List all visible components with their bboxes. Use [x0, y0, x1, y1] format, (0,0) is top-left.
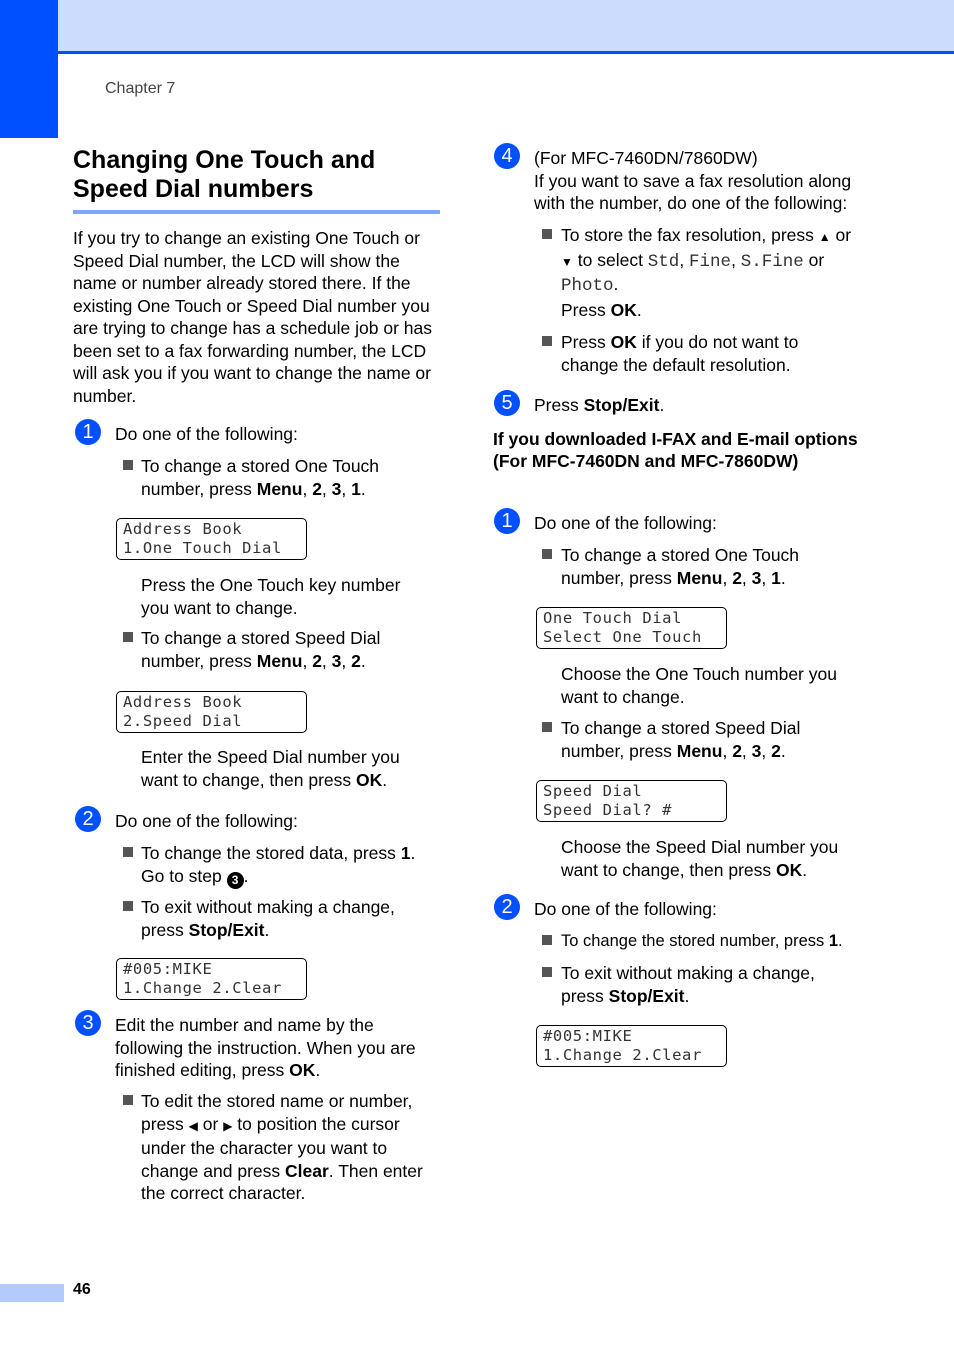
step1-after1: Press the One Touch key number you want …	[141, 575, 401, 618]
bullet-icon	[542, 336, 552, 346]
header-band	[58, 0, 954, 54]
step-number-3: 3	[75, 1010, 101, 1036]
ifax-step2-text: Do one of the following:	[534, 899, 717, 919]
step1-text: Do one of the following:	[115, 424, 298, 444]
lcd-display: #005:MIKE 1.Change 2.Clear	[116, 958, 307, 1000]
section-subheading: If you downloaded I-FAX and E-mail optio…	[493, 429, 858, 471]
page-tab	[0, 1284, 64, 1302]
down-arrow-icon: ▼	[561, 254, 573, 269]
lcd-display: #005:MIKE 1.Change 2.Clear	[536, 1025, 727, 1067]
up-arrow-icon: ▲	[818, 230, 831, 244]
step4-bullet2: Press OK if you do not want to change th…	[561, 332, 799, 375]
step4-bullet1: To store the fax resolution, press ▲ or ▼…	[561, 225, 852, 296]
left-arrow-icon: ◀	[188, 1118, 198, 1133]
step-number-2: 2	[75, 806, 101, 832]
ifax-step1-after1: Choose the One Touch number you want to …	[561, 664, 837, 707]
step2-bullet1: To change the stored data, press 1. Go to…	[141, 843, 416, 889]
page-title: Changing One Touch and Speed Dial number…	[73, 146, 440, 214]
step1-bullet2: To change a stored Speed Dial number, pr…	[141, 628, 381, 671]
chapter-label: Chapter 7	[105, 80, 176, 97]
lcd-display: Address Book 2.Speed Dial	[116, 691, 307, 733]
step-number-5: 5	[494, 390, 520, 416]
ifax-step1-after2: Choose the Speed Dial number you want to…	[561, 837, 839, 880]
step2-text: Do one of the following:	[115, 811, 298, 831]
step4-text: (For MFC-7460DN/7860DW) If you want to sa…	[534, 148, 852, 213]
bullet-icon	[123, 1095, 133, 1105]
ifax-step2-bullet1: To change the stored number, press 1.	[561, 932, 843, 950]
step1-bullet1: To change a stored One Touch number, pre…	[141, 456, 380, 499]
step5-text: Press Stop/Exit.	[534, 395, 665, 415]
step-number-4: 4	[494, 143, 520, 169]
bullet-icon	[542, 722, 552, 732]
intro-paragraph: If you try to change an existing One Tou…	[73, 228, 432, 406]
step-number-1: 1	[75, 419, 101, 445]
bullet-icon	[123, 901, 133, 911]
chapter-tab	[0, 0, 58, 138]
step3-text: Edit the number and name by the followin…	[115, 1015, 416, 1080]
bullet-icon	[542, 549, 552, 559]
step2-bullet2: To exit without making a change, press S…	[141, 897, 395, 940]
step-reference-icon: 3	[226, 871, 244, 889]
bullet-icon	[123, 460, 133, 470]
ifax-step1-text: Do one of the following:	[534, 513, 717, 533]
lcd-display: Speed Dial Speed Dial? #	[536, 780, 727, 822]
lcd-display: Address Book 1.One Touch Dial	[116, 518, 307, 560]
bullet-icon	[542, 935, 552, 945]
bullet-icon	[123, 632, 133, 642]
step-number-1: 1	[494, 508, 520, 534]
step3-bullet1: To edit the stored name or number, press…	[141, 1091, 423, 1203]
ifax-step2-bullet2: To exit without making a change, press S…	[561, 963, 815, 1006]
step1-after2: Enter the Speed Dial number you want to …	[141, 747, 400, 790]
step4-press-ok: Press OK.	[561, 300, 642, 320]
step-number-2: 2	[494, 894, 520, 920]
bullet-icon	[542, 967, 552, 977]
page-number: 46	[73, 1281, 91, 1298]
lcd-display: One Touch Dial Select One Touch	[536, 607, 727, 649]
ifax-step1-bullet1: To change a stored One Touch number, pre…	[561, 545, 800, 588]
bullet-icon	[123, 847, 133, 857]
bullet-icon	[542, 229, 552, 239]
ifax-step1-bullet2: To change a stored Speed Dial number, pr…	[561, 718, 801, 761]
